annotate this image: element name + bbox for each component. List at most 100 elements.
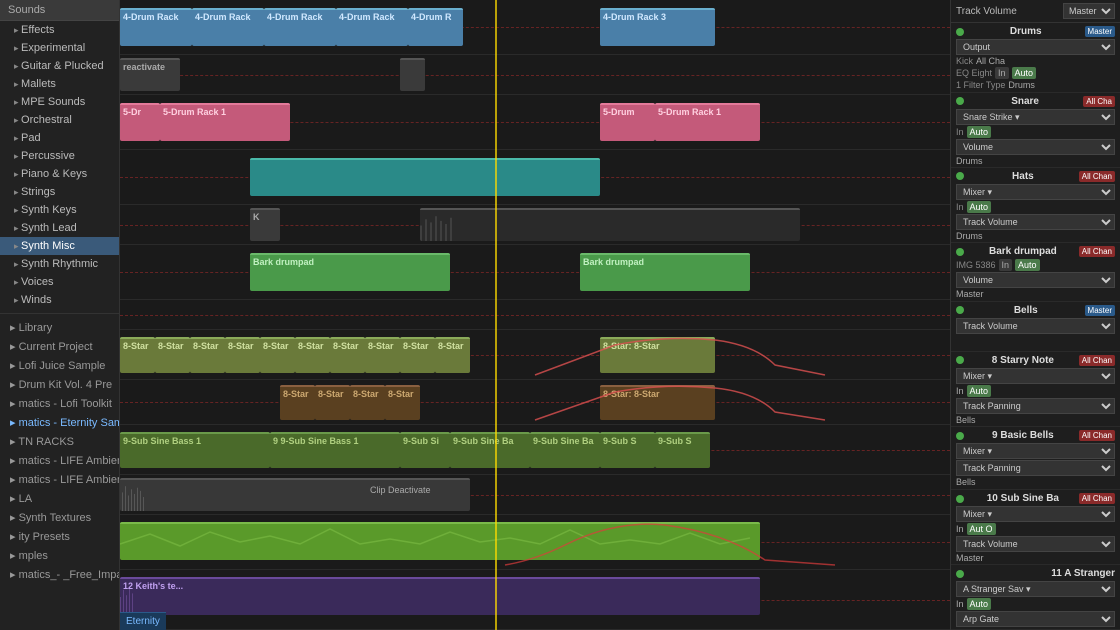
clip-8star6[interactable]: 8-Star (295, 337, 330, 373)
clip-drum2[interactable]: 4-Drum Rack (192, 8, 264, 46)
hats-badge: All Chan (1079, 171, 1115, 182)
9bells-mixer-select[interactable]: Mixer ▾ (956, 443, 1115, 459)
clip-bark2[interactable]: Bark drumpad (580, 253, 750, 291)
clip-react2[interactable] (400, 58, 425, 91)
clip-react1[interactable]: reactivate (120, 58, 180, 91)
sidebar-item-synthmisc[interactable]: Synth Misc (0, 237, 119, 255)
clip-subsine6[interactable]: 9-Sub S (600, 432, 655, 468)
sidebar-item-strings[interactable]: Strings (0, 183, 119, 201)
track-row-keith: 12 Keith's te... (120, 570, 950, 630)
11stranger-arpgate-select[interactable]: Arp Gate (956, 611, 1115, 627)
deactivate-label: Clip Deactivate (370, 485, 431, 495)
sidebar-lofi-juice[interactable]: ▸ Lofi Juice Sample (0, 356, 119, 375)
sidebar-item-synthlead[interactable]: Synth Lead (0, 219, 119, 237)
sidebar-la[interactable]: ▸ LA (0, 489, 119, 508)
sidebar-synth-textures[interactable]: ▸ Synth Textures (0, 508, 119, 527)
track-lane-bells-line (120, 300, 950, 329)
clip-8star8[interactable]: 8-Star (365, 337, 400, 373)
clip-8star7[interactable]: 8-Star (330, 337, 365, 373)
snare-badge: All Cha (1083, 96, 1115, 107)
sidebar-item-piano[interactable]: Piano & Keys (0, 165, 119, 183)
right-track-9bells: 9 Basic Bells All Chan Mixer ▾ Track Pan… (951, 427, 1120, 490)
sidebar-item-orchestral[interactable]: Orchestral (0, 111, 119, 129)
clip-5drum1-label: 5-Dr (123, 107, 141, 117)
sidebar-item-mpe[interactable]: MPE Sounds (0, 93, 119, 111)
sidebar-drum-kit[interactable]: ▸ Drum Kit Vol. 4 Pre (0, 375, 119, 394)
clip-8star5[interactable]: 8-Star (260, 337, 295, 373)
sidebar-free-impa[interactable]: ▸ matics_- _Free_Impa (0, 565, 119, 584)
clip-subsine1[interactable]: 9-Sub Sine Bass 1 (120, 432, 270, 468)
right-track-bark: Bark drumpad All Chan IMG 5386 In Auto V… (951, 243, 1120, 302)
clip-stranger1[interactable] (120, 522, 760, 560)
clip-8star2-3[interactable]: 8-Star (350, 385, 385, 420)
clip-8star2-1[interactable]: 8-Star (280, 385, 315, 420)
sidebar-lofi-toolkit[interactable]: ▸ matics - Lofi Toolkit (0, 394, 119, 413)
sidebar-eternity-samp[interactable]: ▸ matics - Eternity Samp (0, 413, 119, 432)
sidebar-item-effects[interactable]: Effects (0, 21, 119, 39)
sidebar-current-project[interactable]: ▸ Current Project (0, 337, 119, 356)
sidebar-item-synthrhythmic[interactable]: Synth Rhythmic (0, 255, 119, 273)
clip-5drum2[interactable]: 5-Drum Rack 1 (160, 103, 290, 141)
clip-8star-big[interactable]: 8-Star: 8-Star (600, 337, 715, 373)
hats-select[interactable]: Mixer ▾ (956, 184, 1115, 200)
clip-react1-label: reactivate (123, 62, 165, 72)
sidebar-item-guitar[interactable]: Guitar & Plucked (0, 57, 119, 75)
clip-k2[interactable] (420, 208, 800, 241)
sidebar-life-ambient-2[interactable]: ▸ matics - LIFE Ambient (0, 470, 119, 489)
clip-subsine2[interactable]: 9 9-Sub Sine Bass 1 (270, 432, 400, 468)
hats-vol-select[interactable]: Track Volume (956, 214, 1115, 230)
sidebar-ity-presets[interactable]: ▸ ity Presets (0, 527, 119, 546)
sidebar-item-percussive[interactable]: Percussive (0, 147, 119, 165)
clip-drum6-label: 4-Drum Rack 3 (603, 12, 666, 22)
clip-k1[interactable]: K (250, 208, 280, 241)
clip-subsine4[interactable]: 9-Sub Sine Ba (450, 432, 530, 468)
starry-pan-select[interactable]: Track Panning (956, 398, 1115, 414)
clip-8star4[interactable]: 8-Star (225, 337, 260, 373)
snare-select[interactable]: Snare Strike ▾ (956, 109, 1115, 125)
sidebar-life-ambient-1[interactable]: ▸ matics - LIFE Ambient (0, 451, 119, 470)
starry-mixer-select[interactable]: Mixer ▾ (956, 368, 1115, 384)
sidebar-tn-racks[interactable]: ▸ TN RACKS (0, 432, 119, 451)
clip-8star3[interactable]: 8-Star (190, 337, 225, 373)
sidebar-library[interactable]: ▸ Library (0, 318, 119, 337)
clip-5drum1[interactable]: 5-Dr (120, 103, 160, 141)
sidebar-item-experimental[interactable]: Experimental (0, 39, 119, 57)
sidebar-item-winds[interactable]: Winds (0, 291, 119, 309)
clip-drum5[interactable]: 4-Drum R (408, 8, 463, 46)
9bells-pan-select[interactable]: Track Panning (956, 460, 1115, 476)
clip-8star1[interactable]: 8-Star (120, 337, 155, 373)
clip-5drum3[interactable]: 5-Drum (600, 103, 655, 141)
snare-vol-select[interactable]: Volume (956, 139, 1115, 155)
clip-8star2-4[interactable]: 8-Star (385, 385, 420, 420)
11stranger-select[interactable]: A Stranger Sav ▾ (956, 581, 1115, 597)
sidebar-mples[interactable]: ▸ mples (0, 546, 119, 565)
sidebar-item-mallets[interactable]: Mallets (0, 75, 119, 93)
clip-keith1[interactable]: 12 Keith's te... (120, 577, 760, 615)
clip-drum4[interactable]: 4-Drum Rack (336, 8, 408, 46)
10sub-mixer-select[interactable]: Mixer ▾ (956, 506, 1115, 522)
sidebar-item-synthkeys[interactable]: Synth Keys (0, 201, 119, 219)
clip-subsine5[interactable]: 9-Sub Sine Ba (530, 432, 600, 468)
right-panel-master-select[interactable]: Master (1063, 3, 1115, 19)
sidebar-item-pad[interactable]: Pad (0, 129, 119, 147)
10sub-vol-select[interactable]: Track Volume (956, 536, 1115, 552)
bells-vol-select[interactable]: Track Volume (956, 318, 1115, 334)
clip-8star2-big[interactable]: 8-Star: 8-Star (600, 385, 715, 420)
clip-8star9[interactable]: 8-Star (400, 337, 435, 373)
clip-drum1[interactable]: 4-Drum Rack (120, 8, 192, 46)
clip-drum3[interactable]: 4-Drum Rack (264, 8, 336, 46)
drums-output-select[interactable]: Output (956, 39, 1115, 55)
clip-8star2-2[interactable]: 8-Star (315, 385, 350, 420)
clip-8star10[interactable]: 8-Star (435, 337, 470, 373)
10sub-track-name: 10 Sub Sine Ba (987, 493, 1059, 504)
clip-8star10-label: 8-Star (438, 341, 464, 351)
clip-5drum4[interactable]: 5-Drum Rack 1 (655, 103, 760, 141)
clip-8star2[interactable]: 8-Star (155, 337, 190, 373)
bark-vol-select[interactable]: Volume (956, 272, 1115, 288)
clip-bark1[interactable]: Bark drumpad (250, 253, 450, 291)
clip-subsine7[interactable]: 9-Sub S (655, 432, 710, 468)
clip-hats1[interactable] (250, 158, 600, 196)
clip-drum6[interactable]: 4-Drum Rack 3 (600, 8, 715, 46)
sidebar-item-voices[interactable]: Voices (0, 273, 119, 291)
clip-subsine3[interactable]: 9-Sub Si (400, 432, 450, 468)
